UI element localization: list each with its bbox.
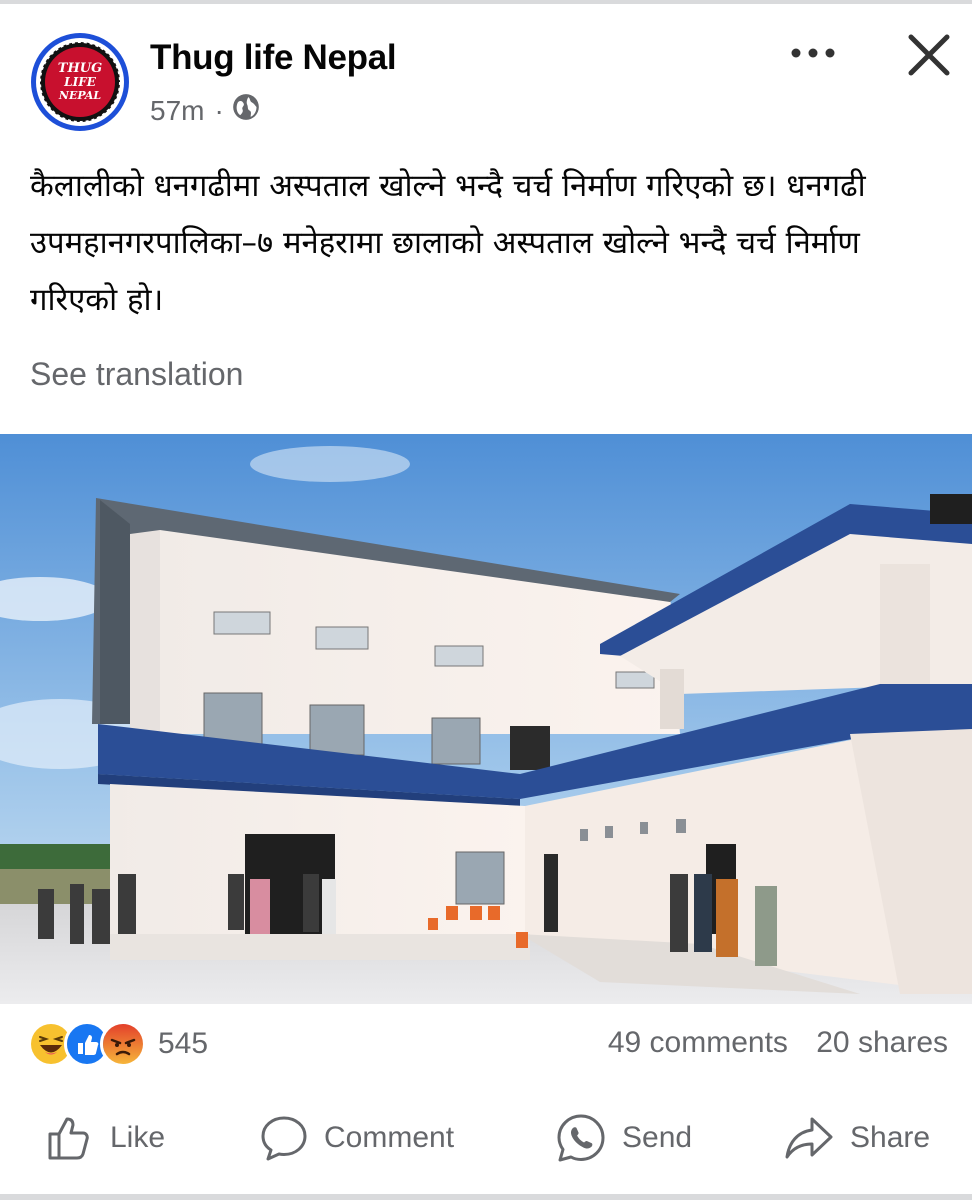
like-button[interactable]: Like [44, 1106, 165, 1170]
bottom-divider [0, 1194, 972, 1200]
share-button[interactable]: Share [782, 1106, 930, 1170]
page-avatar[interactable]: THUG LIFE NEPAL [30, 32, 130, 132]
whatsapp-icon [557, 1114, 605, 1162]
avatar-text-1: THUG [58, 61, 102, 76]
send-label: Send [622, 1121, 693, 1154]
see-translation-link[interactable]: See translation [30, 356, 243, 393]
post-time[interactable]: 57m [150, 95, 204, 127]
send-button[interactable]: Send [554, 1106, 692, 1170]
post-meta: 57m · [150, 93, 260, 128]
close-icon [908, 34, 950, 76]
like-label: Like [110, 1121, 166, 1154]
post-text: कैलालीको धनगढीमा अस्पताल खोल्ने भन्दै चर… [30, 168, 866, 318]
avatar-text-2: LIFE [63, 75, 97, 89]
top-divider [0, 0, 972, 4]
page-name[interactable]: Thug life Nepal [150, 38, 397, 78]
action-bar: Like Comment Send Share [0, 1106, 972, 1170]
share-arrow-icon [785, 1117, 833, 1159]
globe-icon [232, 93, 260, 128]
more-options-button[interactable] [788, 38, 838, 68]
share-label: Share [850, 1121, 931, 1154]
shares-count-link[interactable]: 20 shares [816, 1026, 948, 1059]
reactions-summary[interactable]: 545 [28, 1021, 209, 1067]
reaction-count: 545 [158, 1027, 209, 1060]
avatar-text-3: NEPAL [58, 89, 101, 102]
engagement-counts: 49 comments 20 shares [608, 1026, 948, 1060]
angry-icon [100, 1021, 146, 1067]
close-button[interactable] [904, 30, 954, 80]
post-photo[interactable] [0, 434, 972, 1004]
comments-count-link[interactable]: 49 comments [608, 1026, 788, 1059]
thumbs-up-icon [48, 1117, 89, 1160]
comment-button[interactable]: Comment [258, 1106, 454, 1170]
meta-separator: · [214, 94, 224, 126]
comment-icon [261, 1116, 307, 1161]
comment-label: Comment [324, 1121, 455, 1154]
